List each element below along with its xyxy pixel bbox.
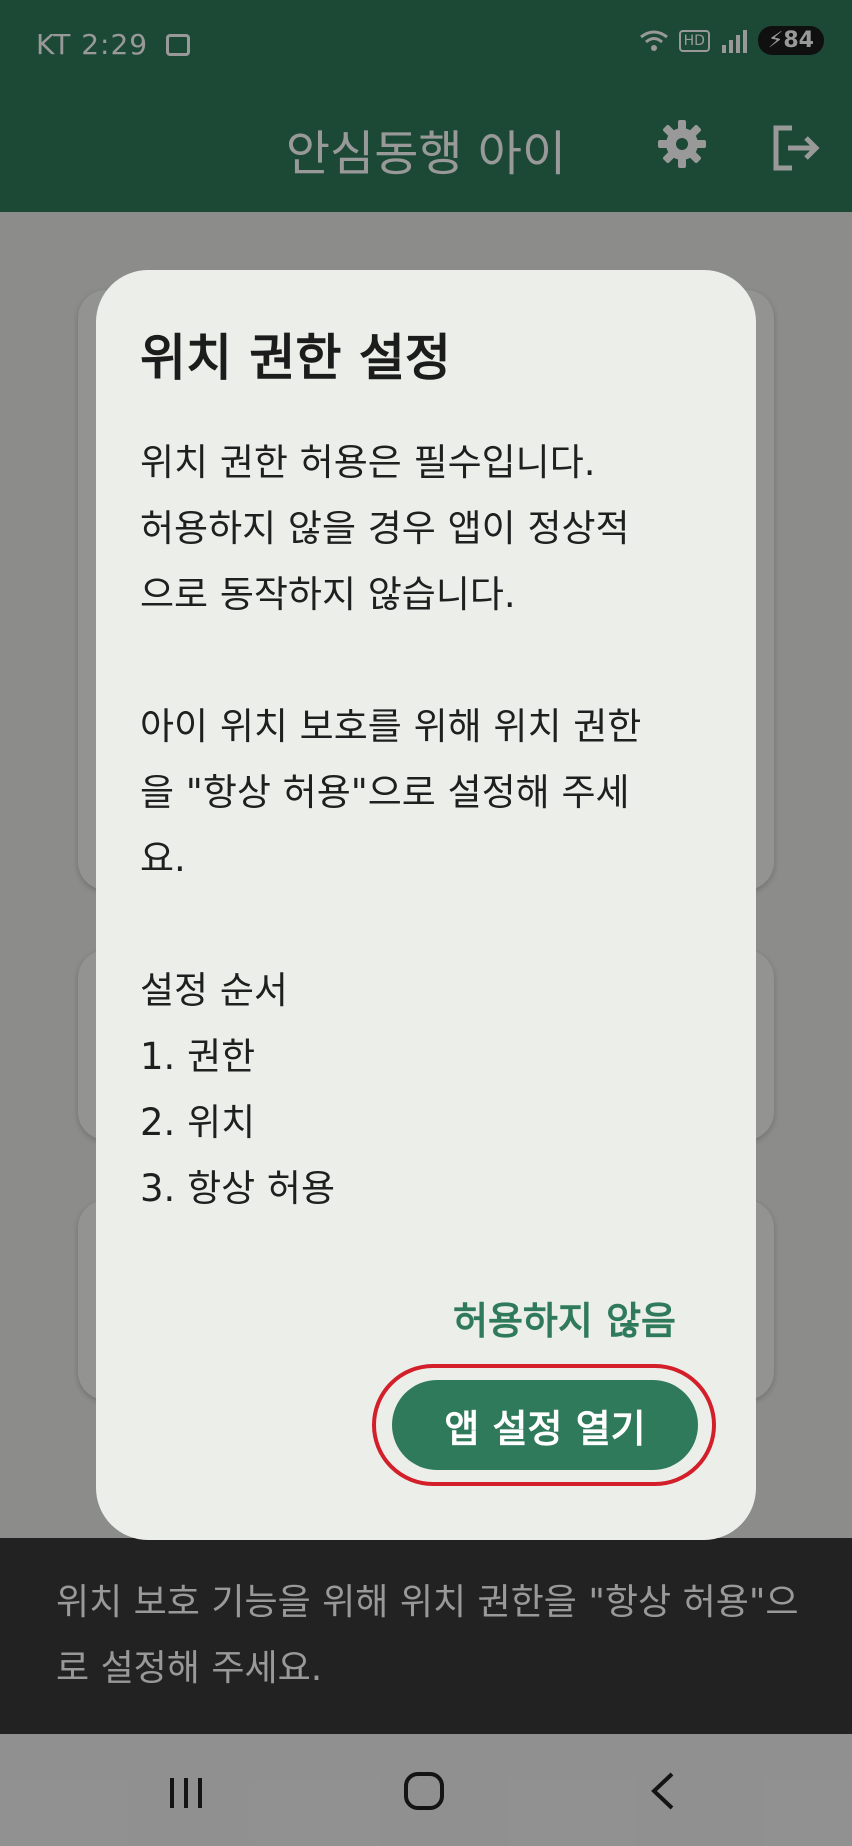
dialog-line: 2. 위치 bbox=[140, 1101, 256, 1144]
permission-dialog: 위치 권한 설정 위치 권한 허용은 필수입니다. 허용하지 않을 경우 앱이 … bbox=[96, 270, 756, 1540]
dialog-spacer bbox=[140, 892, 720, 958]
dialog-message: 위치 권한 허용은 필수입니다. 허용하지 않을 경우 앱이 정상적 으로 동작… bbox=[140, 430, 720, 1222]
dialog-line: 설정 순서 bbox=[140, 969, 288, 1012]
dialog-line: 을 "항상 허용"으로 설정해 주세 bbox=[140, 771, 630, 814]
dialog-line: 아이 위치 보호를 위해 위치 권한 bbox=[140, 705, 642, 748]
dialog-line: 1. 권한 bbox=[140, 1035, 256, 1078]
dialog-title: 위치 권한 설정 bbox=[140, 329, 451, 387]
dialog-line: 으로 동작하지 않습니다. bbox=[140, 573, 516, 616]
dialog-line: 위치 권한 허용은 필수입니다. bbox=[140, 441, 596, 484]
dialog-line: 요. bbox=[140, 837, 186, 880]
dialog-line: 3. 항상 허용 bbox=[140, 1167, 335, 1210]
dialog-line: 허용하지 않을 경우 앱이 정상적 bbox=[140, 507, 630, 550]
dialog-spacer bbox=[140, 628, 720, 694]
screen: KT 2:29 HD ⚡84 안심동행 아이 위치 보호 기능을 위해 위치 권… bbox=[0, 0, 852, 1846]
open-app-settings-button[interactable]: 앱 설정 열기 bbox=[392, 1380, 698, 1470]
deny-button[interactable]: 허용하지 않음 bbox=[453, 1290, 676, 1345]
